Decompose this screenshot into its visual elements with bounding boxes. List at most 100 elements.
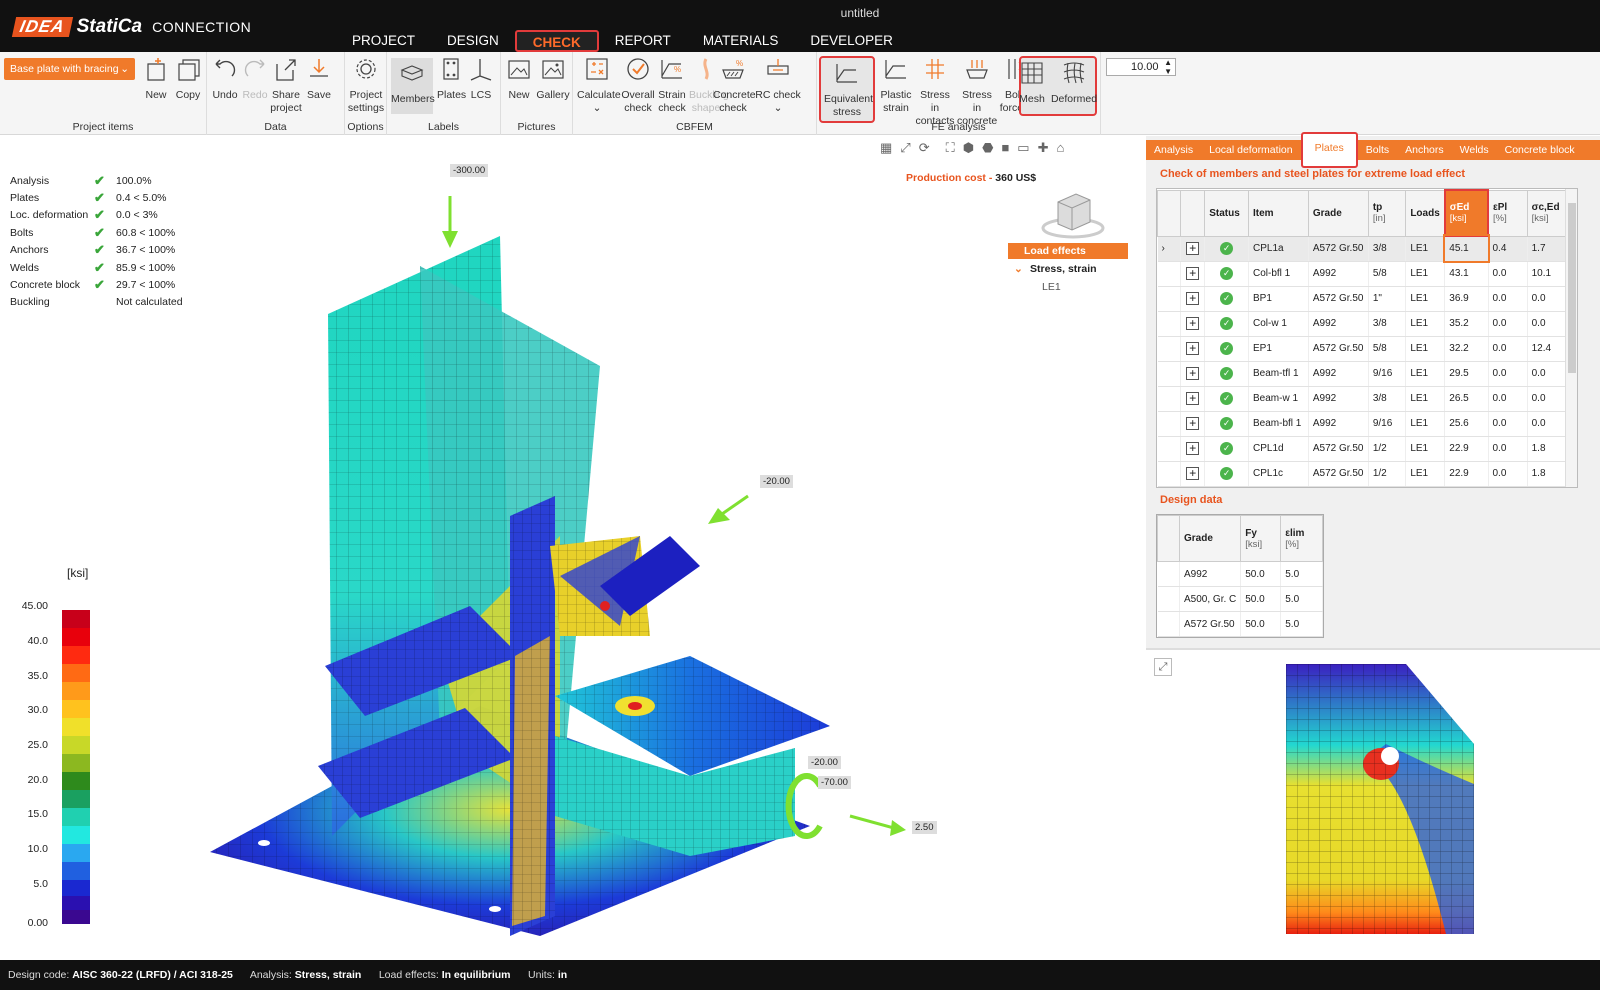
menu-check[interactable]: CHECK — [514, 30, 599, 52]
table-row[interactable]: + ✓ BP1 A572 Gr.50 1" LE1 36.9 0.0 0.0 — [1157, 286, 1577, 312]
row-expander-icon[interactable] — [1157, 411, 1182, 437]
plastic-label-1: Plastic — [880, 89, 912, 101]
scrollbar-thumb[interactable] — [1568, 203, 1576, 373]
tab-bolts[interactable]: Bolts — [1358, 140, 1397, 160]
row-sigma-ed-cell: 25.6 — [1444, 411, 1489, 437]
row-expander-icon[interactable] — [1157, 361, 1182, 387]
table-row[interactable]: + ✓ Beam-tfl 1 A992 9/16 LE1 29.5 0.0 0.0 — [1157, 361, 1577, 387]
row-status-cell: ✓ — [1204, 436, 1249, 462]
table-row[interactable]: + ✓ Col-bfl 1 A992 5/8 LE1 43.1 0.0 10.1 — [1157, 261, 1577, 287]
table-row[interactable]: + ✓ EP1 A572 Gr.50 5/8 LE1 32.2 0.0 12.4 — [1157, 336, 1577, 362]
row-status-cell: ✓ — [1204, 236, 1249, 262]
row-expander-icon[interactable] — [1157, 336, 1182, 362]
menu-design[interactable]: DESIGN — [431, 30, 515, 52]
table-row[interactable]: › + ✓ CPL1a A572 Gr.50 3/8 LE1 45.1 0.4 1.7 — [1157, 234, 1577, 263]
expand-plus-icon[interactable]: + — [1186, 292, 1200, 305]
tab-concrete-block[interactable]: Concrete block — [1497, 140, 1583, 160]
members-button[interactable]: Members — [391, 58, 435, 114]
expand-plus-icon[interactable]: + — [1186, 442, 1200, 455]
col-loads[interactable]: Loads — [1405, 189, 1446, 237]
plastic-strain-button[interactable]: Plastic strain — [879, 56, 913, 115]
col-status-label: Status — [1209, 207, 1240, 219]
row-grade-cell: A572 Gr.50 — [1308, 286, 1369, 312]
tab-local-deformation[interactable]: Local deformation — [1201, 140, 1300, 160]
tab-welds[interactable]: Welds — [1452, 140, 1497, 160]
row-expander-icon[interactable] — [1157, 261, 1182, 287]
row-expander-icon[interactable] — [1157, 311, 1182, 337]
col-item[interactable]: Item — [1248, 189, 1309, 237]
table-row[interactable]: + ✓ CPL1c A572 Gr.50 1/2 LE1 22.9 0.0 1.8 — [1157, 461, 1577, 487]
menu-project[interactable]: PROJECT — [336, 30, 431, 52]
expand-plus-icon[interactable]: + — [1186, 242, 1200, 255]
plate-detail-view[interactable]: ⤢ — [1146, 648, 1600, 960]
load-effects-label: Load effects: — [378, 969, 439, 981]
status-ok-icon: ✓ — [1220, 242, 1234, 255]
stress-in-concrete-button[interactable]: Stress in concrete — [957, 56, 997, 128]
tab-plates[interactable]: Plates — [1300, 132, 1358, 168]
menu-materials[interactable]: MATERIALS — [687, 30, 795, 52]
col-grade[interactable]: Grade — [1307, 189, 1369, 237]
row-expander-icon[interactable] — [1157, 461, 1182, 487]
row-item-cell: CPL1a — [1248, 236, 1309, 262]
col-sigma-ed[interactable]: σEd [ksi] — [1443, 189, 1490, 237]
new-item-button[interactable]: New — [142, 56, 170, 102]
expand-plus-icon[interactable]: + — [1186, 392, 1200, 405]
table-row[interactable]: + ✓ CPL1d A572 Gr.50 1/2 LE1 22.9 0.0 1.8 — [1157, 436, 1577, 462]
col-epsilon-pl[interactable]: εPl [%] — [1487, 189, 1528, 237]
col-blank — [1157, 515, 1180, 562]
plates-button[interactable]: Plates — [437, 56, 466, 102]
mesh-button[interactable]: Mesh — [1019, 60, 1045, 106]
design-data-table: Grade Fy [ksi] εlim [%] A992 50.0 5.0 A500, G… — [1156, 514, 1325, 638]
menu-developer[interactable]: DEVELOPER — [794, 30, 909, 52]
expand-plus-icon[interactable]: + — [1186, 367, 1200, 380]
row-expander-icon[interactable] — [1157, 386, 1182, 412]
gallery-button[interactable]: Gallery — [535, 56, 571, 102]
calculate-button[interactable]: Calculate ⌄ — [577, 56, 621, 115]
row-expander-icon[interactable]: › — [1157, 236, 1182, 262]
project-settings-button[interactable]: Project settings — [347, 56, 385, 115]
tab-anchors[interactable]: Anchors — [1397, 140, 1452, 160]
settings-label-2: settings — [347, 102, 385, 114]
deformed-button[interactable]: Deformed — [1051, 60, 1097, 106]
table-row[interactable]: + ✓ Beam-bfl 1 A992 9/16 LE1 25.6 0.0 0.0 — [1157, 411, 1577, 437]
chevron-down-icon: ⌄ — [592, 102, 602, 114]
col-tp[interactable]: tp [in] — [1367, 189, 1407, 237]
redo-button[interactable]: Redo — [241, 56, 269, 102]
table-scrollbar[interactable] — [1565, 189, 1577, 487]
lcs-button[interactable]: LCS — [467, 56, 495, 102]
table-row[interactable]: + ✓ Col-w 1 A992 3/8 LE1 35.2 0.0 0.0 — [1157, 311, 1577, 337]
expand-plus-icon[interactable]: + — [1186, 267, 1200, 280]
row-tp-cell: 9/16 — [1368, 361, 1407, 387]
save-button[interactable]: Save — [305, 56, 333, 102]
fe-model-render — [210, 196, 906, 936]
table-row[interactable]: + ✓ Beam-w 1 A992 3/8 LE1 26.5 0.0 0.0 — [1157, 386, 1577, 412]
row-plus-cell: + — [1180, 411, 1206, 437]
row-expander-icon[interactable] — [1157, 436, 1182, 462]
share-project-button[interactable]: Share project — [269, 56, 303, 115]
row-expander-icon[interactable] — [1157, 286, 1182, 312]
strain-check-button[interactable]: % Strain check — [657, 56, 687, 115]
expand-plus-icon[interactable]: + — [1186, 342, 1200, 355]
expand-plus-icon[interactable]: + — [1186, 317, 1200, 330]
col-status[interactable]: Status — [1204, 189, 1249, 237]
expand-icon[interactable]: ⤢ — [1154, 658, 1172, 676]
row-epsilon-pl-cell: 0.0 — [1488, 311, 1528, 337]
menu-report[interactable]: REPORT — [599, 30, 687, 52]
spinner-icon[interactable]: ▲ ▼ — [1164, 58, 1172, 76]
copy-item-button[interactable]: Copy — [174, 56, 202, 102]
overall-check-button[interactable]: Overall check — [621, 56, 655, 115]
deformation-scale-input[interactable]: 10.00 ▲ ▼ — [1106, 58, 1176, 76]
model-viewport[interactable]: ▦ ⤢ ⟳ ⛶ ⬢ ⬣ ■ ▭ ✚ ⌂ Analysis ✔ 100.0% Plat… — [0, 136, 1143, 960]
expand-plus-icon[interactable]: + — [1186, 467, 1200, 480]
equivalent-stress-button[interactable]: Equivalent stress — [819, 56, 875, 123]
tab-analysis[interactable]: Analysis — [1146, 140, 1201, 160]
new-picture-button[interactable]: New — [505, 56, 533, 102]
stress-in-contacts-button[interactable]: Stress in contacts — [915, 56, 955, 128]
undo-button[interactable]: Undo — [211, 56, 239, 102]
expand-plus-icon[interactable]: + — [1186, 417, 1200, 430]
svg-text:%: % — [674, 65, 681, 74]
concrete-check-button[interactable]: % Concrete check — [713, 56, 756, 115]
project-item-dropdown[interactable]: Base plate with bracing ⌄ — [4, 58, 135, 80]
group-label-cbfem: CBFEM — [676, 121, 713, 133]
rc-check-button[interactable]: RC check ⌄ — [755, 56, 801, 115]
